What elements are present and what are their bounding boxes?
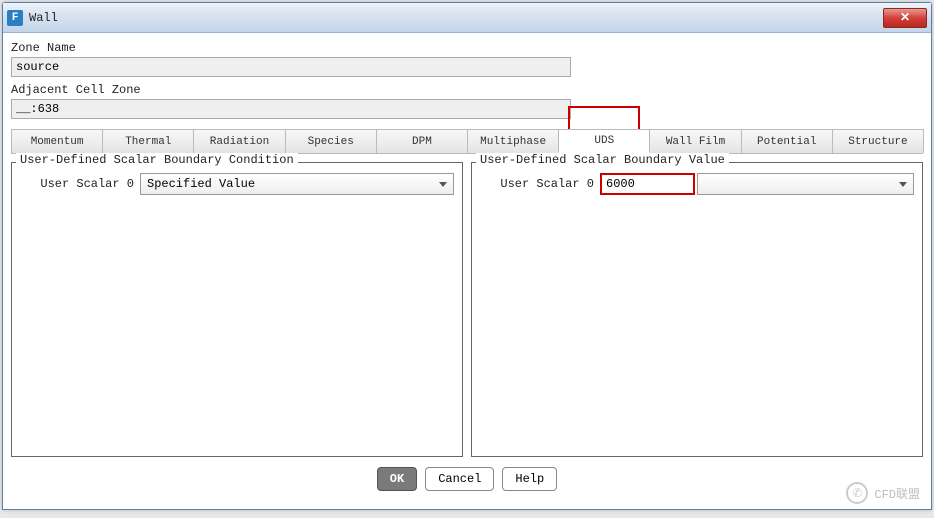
bc-row-label: User Scalar 0 — [20, 177, 140, 191]
tab-radiation[interactable]: Radiation — [193, 129, 285, 153]
bv-row: User Scalar 0 — [472, 163, 922, 195]
adjacent-zone-label: Adjacent Cell Zone — [11, 83, 923, 97]
bottom-bar: OK Cancel Help — [11, 457, 923, 503]
app-icon: F — [7, 10, 23, 26]
bv-panel-title: User-Defined Scalar Boundary Value — [476, 153, 729, 167]
ok-button[interactable]: OK — [377, 467, 417, 491]
tab-thermal[interactable]: Thermal — [102, 129, 194, 153]
adjacent-zone-input[interactable] — [11, 99, 571, 119]
titlebar[interactable]: F Wall ✕ — [3, 3, 931, 33]
wall-dialog: F Wall ✕ Zone Name Adjacent Cell Zone Mo… — [2, 2, 932, 510]
chevron-down-icon — [439, 182, 447, 187]
bv-type-select[interactable] — [697, 173, 914, 195]
boundary-value-panel: User-Defined Scalar Boundary Value User … — [471, 162, 923, 457]
tab-wallfilm[interactable]: Wall Film — [649, 129, 741, 153]
window-title: Wall — [29, 11, 883, 25]
bc-panel-title: User-Defined Scalar Boundary Condition — [16, 153, 298, 167]
close-button[interactable]: ✕ — [883, 8, 927, 28]
bc-select[interactable]: Specified Value — [140, 173, 454, 195]
bc-row: User Scalar 0 Specified Value — [12, 163, 462, 195]
panel-area: User-Defined Scalar Boundary Condition U… — [11, 162, 923, 457]
close-icon: ✕ — [900, 10, 910, 25]
boundary-condition-panel: User-Defined Scalar Boundary Condition U… — [11, 162, 463, 457]
zone-name-input[interactable] — [11, 57, 571, 77]
cancel-button[interactable]: Cancel — [425, 467, 494, 491]
bv-input[interactable] — [600, 173, 695, 195]
tab-potential[interactable]: Potential — [741, 129, 833, 153]
tab-dpm[interactable]: DPM — [376, 129, 468, 153]
tab-structure[interactable]: Structure — [832, 129, 924, 153]
zone-name-label: Zone Name — [11, 41, 923, 55]
tab-bar: Momentum Thermal Radiation Species DPM M… — [11, 129, 923, 154]
tab-species[interactable]: Species — [285, 129, 377, 153]
tab-uds[interactable]: UDS — [558, 129, 650, 153]
tab-multiphase[interactable]: Multiphase — [467, 129, 559, 153]
chevron-down-icon — [899, 182, 907, 187]
help-button[interactable]: Help — [502, 467, 557, 491]
bv-row-label: User Scalar 0 — [480, 177, 600, 191]
tab-momentum[interactable]: Momentum — [11, 129, 103, 153]
content-area: Zone Name Adjacent Cell Zone Momentum Th… — [3, 33, 931, 509]
bc-select-value: Specified Value — [147, 177, 255, 191]
